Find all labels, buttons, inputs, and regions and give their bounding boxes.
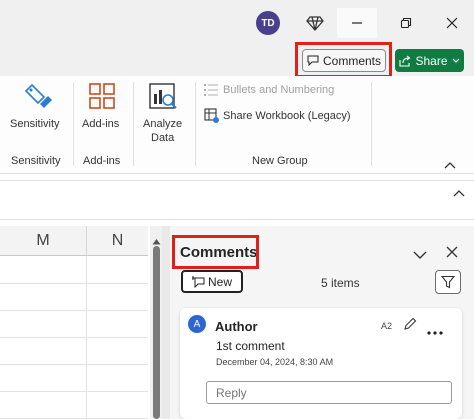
sensitivity-group-label: Sensitivity bbox=[11, 155, 61, 167]
new-comment-button[interactable]: New bbox=[181, 270, 243, 293]
new-group-label: New Group bbox=[252, 155, 308, 167]
edit-comment-pencil-icon[interactable] bbox=[403, 317, 417, 336]
analyze-data-line2[interactable]: Data bbox=[151, 132, 174, 144]
restore-icon bbox=[400, 17, 412, 29]
comment-cell-reference[interactable]: A2 bbox=[381, 321, 392, 331]
comment-author: Author bbox=[215, 319, 258, 334]
ribbon-separator bbox=[371, 82, 372, 166]
scrollbar-thumb[interactable] bbox=[153, 246, 160, 419]
row-gridline bbox=[0, 310, 148, 311]
comments-item-count: 5 items bbox=[321, 276, 360, 290]
addins-icon[interactable] bbox=[88, 82, 116, 115]
premium-diamond-icon[interactable] bbox=[305, 13, 325, 33]
addins-button[interactable]: Add-ins bbox=[82, 118, 119, 130]
chevron-down-icon bbox=[452, 58, 459, 63]
share-icon bbox=[399, 55, 411, 67]
more-options-icon[interactable] bbox=[427, 322, 443, 340]
pane-divider bbox=[162, 226, 170, 419]
minimize-button[interactable] bbox=[337, 8, 377, 38]
share-workbook-legacy-button[interactable]: Share Workbook (Legacy) bbox=[223, 110, 351, 122]
share-button[interactable]: Share bbox=[395, 49, 464, 72]
row-gridline bbox=[0, 337, 148, 338]
row-gridline bbox=[0, 364, 148, 365]
comments-title-highlight bbox=[172, 235, 259, 269]
close-icon bbox=[446, 17, 458, 29]
column-header-m[interactable]: M bbox=[0, 226, 87, 256]
share-button-label: Share bbox=[415, 53, 448, 68]
filter-button[interactable] bbox=[435, 270, 461, 294]
comment-author-avatar: A bbox=[188, 315, 206, 333]
comments-button-highlight bbox=[295, 42, 392, 78]
sensitivity-icon[interactable] bbox=[24, 82, 54, 117]
collapse-ribbon-chevron-up-icon[interactable] bbox=[444, 156, 456, 174]
ribbon-separator bbox=[133, 82, 134, 166]
bullets-icon bbox=[204, 83, 218, 102]
close-pane-icon[interactable] bbox=[446, 245, 458, 263]
restore-button[interactable] bbox=[386, 8, 426, 38]
filter-icon bbox=[441, 275, 455, 289]
minimize-icon bbox=[352, 22, 362, 24]
pane-options-chevron-down-icon[interactable] bbox=[413, 247, 427, 265]
reply-input[interactable] bbox=[206, 381, 452, 404]
addins-group-label: Add-ins bbox=[83, 155, 121, 167]
sensitivity-button[interactable]: Sensitivity bbox=[10, 118, 60, 130]
analyze-data-icon[interactable] bbox=[148, 82, 178, 117]
bullets-and-numbering-button[interactable]: Bullets and Numbering bbox=[223, 84, 334, 96]
new-comment-label: New bbox=[207, 274, 232, 289]
worksheet-grid[interactable]: M N bbox=[0, 226, 148, 419]
ribbon-separator bbox=[195, 82, 196, 166]
analyze-data-line1[interactable]: Analyze bbox=[143, 118, 182, 130]
user-avatar[interactable]: TD bbox=[256, 11, 280, 35]
comment-timestamp: December 04, 2024, 8:30 AM bbox=[216, 357, 334, 367]
new-comment-icon bbox=[191, 275, 205, 288]
comment-text: 1st comment bbox=[216, 339, 285, 353]
close-button[interactable] bbox=[432, 8, 472, 38]
expand-formula-chevron-up-icon[interactable] bbox=[453, 184, 465, 202]
row-gridline bbox=[0, 283, 148, 284]
formula-bar-area[interactable] bbox=[0, 180, 474, 220]
ribbon-separator bbox=[73, 82, 74, 166]
column-header-n[interactable]: N bbox=[87, 226, 148, 256]
share-workbook-icon bbox=[204, 108, 220, 129]
row-gridline bbox=[0, 391, 148, 392]
